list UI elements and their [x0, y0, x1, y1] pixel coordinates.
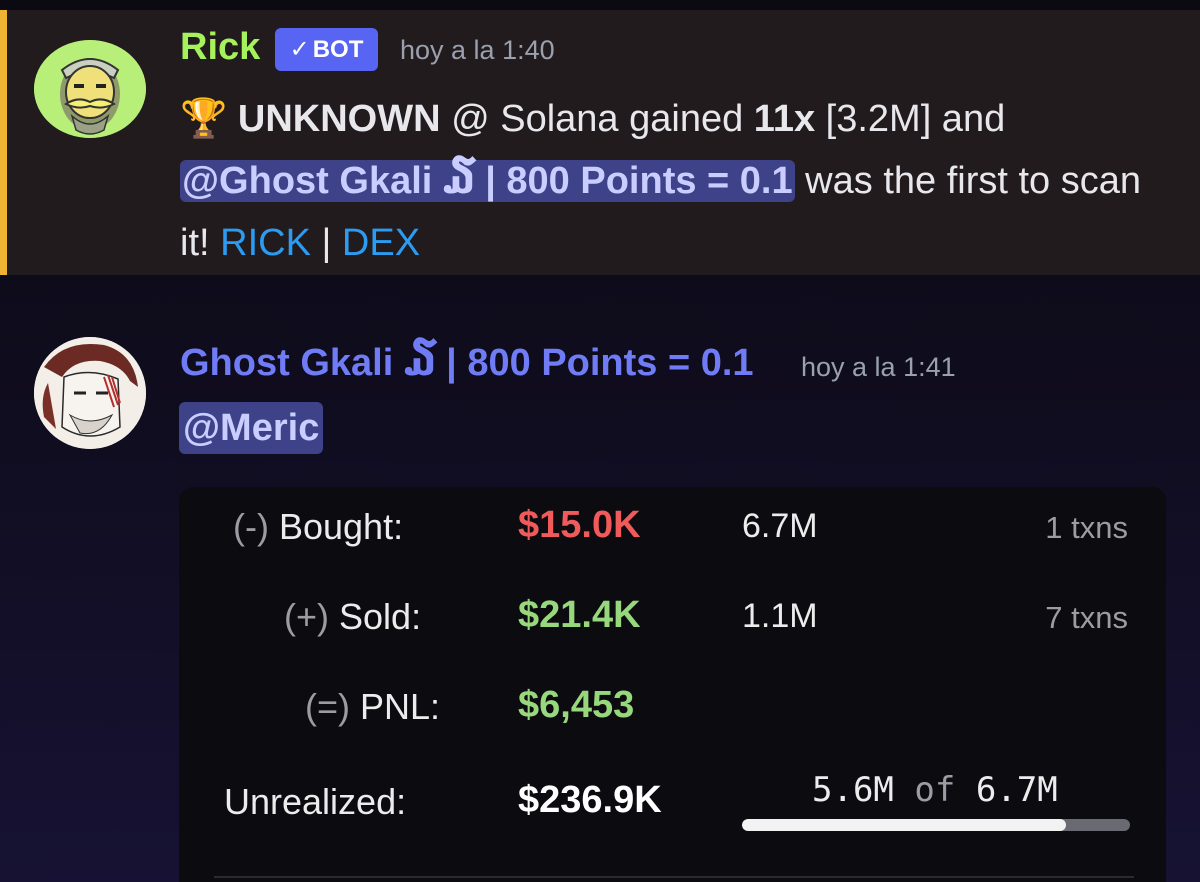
card-divider: [214, 876, 1134, 878]
rick-link[interactable]: RICK: [220, 222, 311, 264]
sold-label: Sold:: [339, 596, 422, 637]
holdings-progress-fill: [742, 819, 1067, 831]
unrealized-value: $236.9K: [518, 779, 662, 821]
sold-txns: 7 txns: [1045, 600, 1128, 635]
user-message-timestamp[interactable]: hoy a la 1:41: [801, 352, 956, 383]
token-name: UNKNOWN: [237, 98, 441, 140]
bought-row-label: (-) Bought:: [233, 506, 403, 548]
holdings-total: 6.7M: [975, 770, 1058, 810]
highlight-accent-bar: [0, 10, 7, 275]
bought-value: $15.0K: [518, 504, 641, 546]
bought-txns: 1 txns: [1045, 510, 1128, 545]
meric-mention[interactable]: @Meric: [179, 402, 324, 454]
chain-text: @ Solana gained: [440, 98, 754, 140]
gain-multiplier: 11x: [753, 98, 816, 140]
unrealized-label: Unrealized:: [224, 781, 407, 822]
bot-badge-label: BOT: [312, 35, 364, 63]
bot-username[interactable]: Rick: [180, 26, 260, 69]
top-strip: [0, 0, 1200, 10]
holdings-progress-bar: [742, 819, 1130, 831]
pnl-row-label: (=) PNL:: [305, 686, 440, 728]
ghost-avatar-icon: [34, 337, 146, 449]
trophy-icon: 🏆: [180, 98, 228, 140]
check-icon: ✓: [289, 36, 310, 63]
bot-message-body: 🏆 UNKNOWN @ Solana gained 11x [3.2M] and…: [180, 88, 1180, 274]
bought-prefix: (-): [233, 506, 269, 547]
link-separator: |: [310, 222, 342, 264]
bot-message-timestamp[interactable]: hoy a la 1:40: [400, 35, 555, 66]
pnl-label: PNL:: [360, 686, 441, 727]
holdings-label: 5.6M of 6.7M: [812, 770, 1058, 810]
pnl-value: $6,453: [518, 684, 635, 726]
ghost-avatar[interactable]: [34, 337, 146, 449]
user-mention[interactable]: @Ghost Gkali ໓ | 800 Points = 0.1: [180, 160, 795, 202]
pnl-prefix: (=): [305, 686, 350, 727]
bought-label: Bought:: [278, 506, 404, 547]
bot-badge: ✓ BOT: [275, 28, 378, 71]
holdings-of: of: [914, 770, 956, 810]
sold-qty: 1.1M: [742, 597, 818, 635]
holdings-held: 5.6M: [812, 770, 894, 810]
user-username[interactable]: Ghost Gkali ໓ | 800 Points = 0.1: [180, 340, 754, 385]
bought-qty: 6.7M: [742, 507, 818, 545]
sold-prefix: (+): [284, 596, 329, 637]
sold-row-label: (+) Sold:: [284, 596, 421, 638]
rick-avatar-icon: [34, 40, 146, 138]
dex-link[interactable]: DEX: [342, 222, 420, 264]
sold-value: $21.4K: [518, 594, 641, 636]
mcap-text: [3.2M] and: [815, 98, 1006, 140]
rick-avatar[interactable]: [34, 40, 146, 138]
